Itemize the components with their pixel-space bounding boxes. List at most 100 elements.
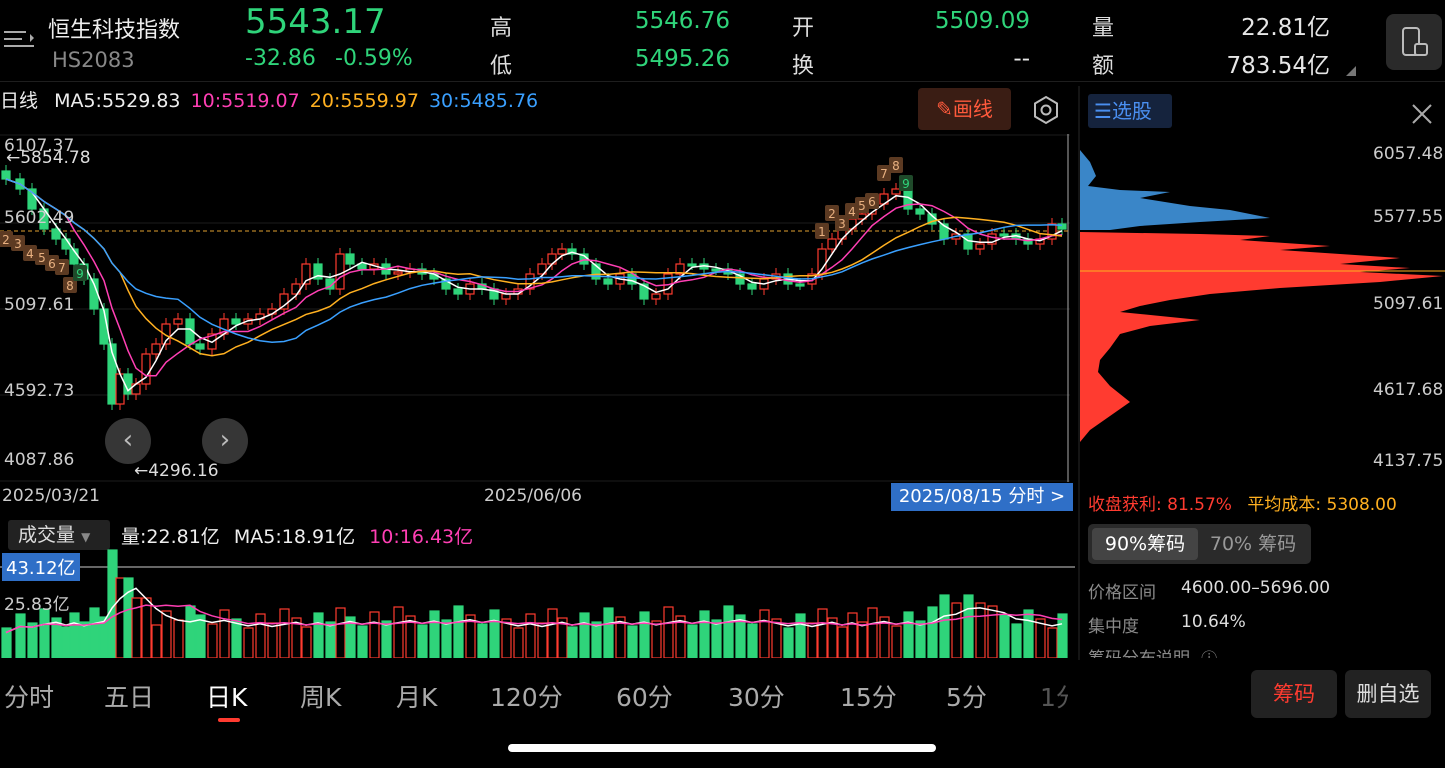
- stock-picker-tab[interactable]: ☰选股: [1088, 94, 1172, 128]
- chips-button[interactable]: 筹码: [1251, 670, 1337, 718]
- volume-bar: [477, 623, 488, 658]
- ma30-value: 30:5485.76: [428, 90, 539, 112]
- tab-daily-k[interactable]: 日K: [206, 678, 247, 714]
- volume-bar: [279, 608, 290, 658]
- tab-1min[interactable]: 1分: [1040, 678, 1068, 714]
- volume-bar: [173, 619, 184, 658]
- tab-90-chips[interactable]: 90%筹码: [1092, 528, 1198, 560]
- volume-bar: [807, 622, 818, 658]
- tab-70-chips[interactable]: 70% 筹码: [1200, 528, 1306, 560]
- high-label: 高: [490, 16, 513, 41]
- chip-profile-blue: [1080, 150, 1270, 230]
- y-axis-label-5: 4087.86: [4, 450, 75, 470]
- tab-60min[interactable]: 60分: [616, 678, 673, 714]
- volume-bar: [369, 611, 380, 658]
- settings-icon[interactable]: [1030, 94, 1062, 126]
- stock-name: 恒生科技指数: [48, 18, 181, 43]
- low-value: 5495.26: [634, 46, 730, 72]
- td-marker-label: 9: [76, 267, 84, 281]
- volume-bar: [301, 626, 312, 658]
- volume-label: 量: [1092, 16, 1115, 41]
- tab-five-day[interactable]: 五日: [104, 678, 154, 714]
- menu-icon[interactable]: [4, 28, 34, 50]
- tab-30min[interactable]: 30分: [728, 678, 785, 714]
- chip-y-label-4: 4617.68: [1373, 380, 1444, 400]
- volume-bar: [417, 624, 428, 658]
- td-marker-label: 5: [38, 251, 46, 265]
- chip-explain-link[interactable]: 筹码分布说明 ⓘ: [1088, 644, 1248, 658]
- tab-timeshare[interactable]: 分时: [4, 678, 54, 714]
- volume-mid-label: 25.83亿: [4, 595, 70, 615]
- profit-row: 收盘获利: 81.57% 平均成本: 5308.00: [1088, 490, 1397, 515]
- chip-y-label-5: 4137.75: [1373, 451, 1444, 471]
- y-axis-label-3: 5097.61: [4, 295, 75, 315]
- volume-bar: [603, 607, 614, 658]
- tab-weekly-k[interactable]: 周K: [300, 678, 341, 714]
- draw-line-button[interactable]: ✎画线: [918, 88, 1011, 130]
- device-toggle-button[interactable]: [1386, 14, 1442, 70]
- turnover-value: --: [1013, 46, 1030, 72]
- td-marker-label: 4: [26, 247, 34, 261]
- candle: [651, 293, 661, 300]
- volume-bar: [747, 623, 758, 658]
- prev-button[interactable]: ‹: [105, 418, 151, 464]
- ma-legend: 日线 MA5:5529.83 10:5519.07 20:5559.97 30:…: [0, 86, 542, 116]
- concentration-label: 集中度: [1088, 617, 1139, 637]
- date-label-mid: 2025/06/06: [484, 486, 582, 506]
- indicator-select[interactable]: 成交量 ▼: [8, 520, 110, 550]
- tab-monthly-k[interactable]: 月K: [396, 678, 437, 714]
- td-marker-label: 2: [828, 207, 836, 221]
- volume-bar: [999, 614, 1010, 658]
- volume-bar: [903, 611, 914, 658]
- candle: [345, 253, 355, 265]
- quote-header: 恒生科技指数 HS2083 5543.17 -32.86 -0.59% 高 55…: [0, 0, 1445, 82]
- stock-picker-label: 选股: [1111, 99, 1152, 123]
- draw-line-label: 画线: [952, 97, 993, 121]
- price-change: -32.86: [245, 46, 316, 71]
- stock-code: HS2083: [52, 48, 135, 72]
- tab-120min[interactable]: 120分: [490, 678, 563, 714]
- tab-5min[interactable]: 5分: [946, 678, 987, 714]
- td-marker-label: 7: [58, 261, 66, 275]
- volume-bar: [857, 621, 868, 658]
- chevron-right-icon: ›: [219, 425, 231, 455]
- candle: [795, 283, 805, 287]
- open-label: 开: [792, 16, 815, 41]
- volume-bar: [255, 613, 266, 658]
- volume-bar: [579, 612, 590, 658]
- volume-bar: [185, 605, 196, 658]
- chip-y-label-1: 6057.48: [1373, 144, 1444, 164]
- candle: [151, 343, 161, 355]
- turnover-label: 换: [792, 54, 815, 79]
- volume-bar: [195, 614, 206, 658]
- volume-bar: [27, 622, 38, 658]
- current-date-button[interactable]: 2025/08/15 分时 >: [891, 483, 1073, 511]
- tab-15min[interactable]: 15分: [840, 678, 897, 714]
- volume-ma5: MA5:18.91亿: [233, 526, 356, 548]
- price-change-pct: -0.59%: [335, 46, 413, 71]
- volume-bar: [151, 624, 162, 658]
- close-icon[interactable]: [1408, 100, 1436, 128]
- profit-value: 81.57%: [1167, 495, 1232, 515]
- avg-cost-value: 5308.00: [1326, 495, 1397, 515]
- phone-icon: [1402, 27, 1428, 56]
- candle: [393, 271, 403, 275]
- ma10-value: 10:5519.07: [190, 90, 300, 112]
- ma20-value: 20:5559.97: [309, 90, 419, 112]
- remove-watchlist-button[interactable]: 删自选: [1345, 670, 1431, 718]
- volume-bar: [837, 626, 848, 658]
- active-tab-indicator: [218, 718, 240, 722]
- chip-y-label-3: 5097.61: [1373, 294, 1444, 314]
- volume-bar: [867, 607, 878, 658]
- volume-bar: [207, 623, 218, 658]
- volume-bar: [639, 611, 650, 658]
- volume-legend-value: 量:22.81亿: [121, 526, 220, 548]
- kline-chart[interactable]: 2 34 5 6 7891234 5 6789: [0, 134, 1078, 482]
- candle: [891, 188, 901, 195]
- volume-bar: [313, 612, 324, 658]
- list-icon: ☰: [1094, 99, 1112, 123]
- next-button[interactable]: ›: [202, 418, 248, 464]
- volume-bar: [1057, 613, 1068, 658]
- y-axis-label-2: 5602.49: [4, 208, 75, 228]
- td-marker-label: 3: [838, 217, 846, 231]
